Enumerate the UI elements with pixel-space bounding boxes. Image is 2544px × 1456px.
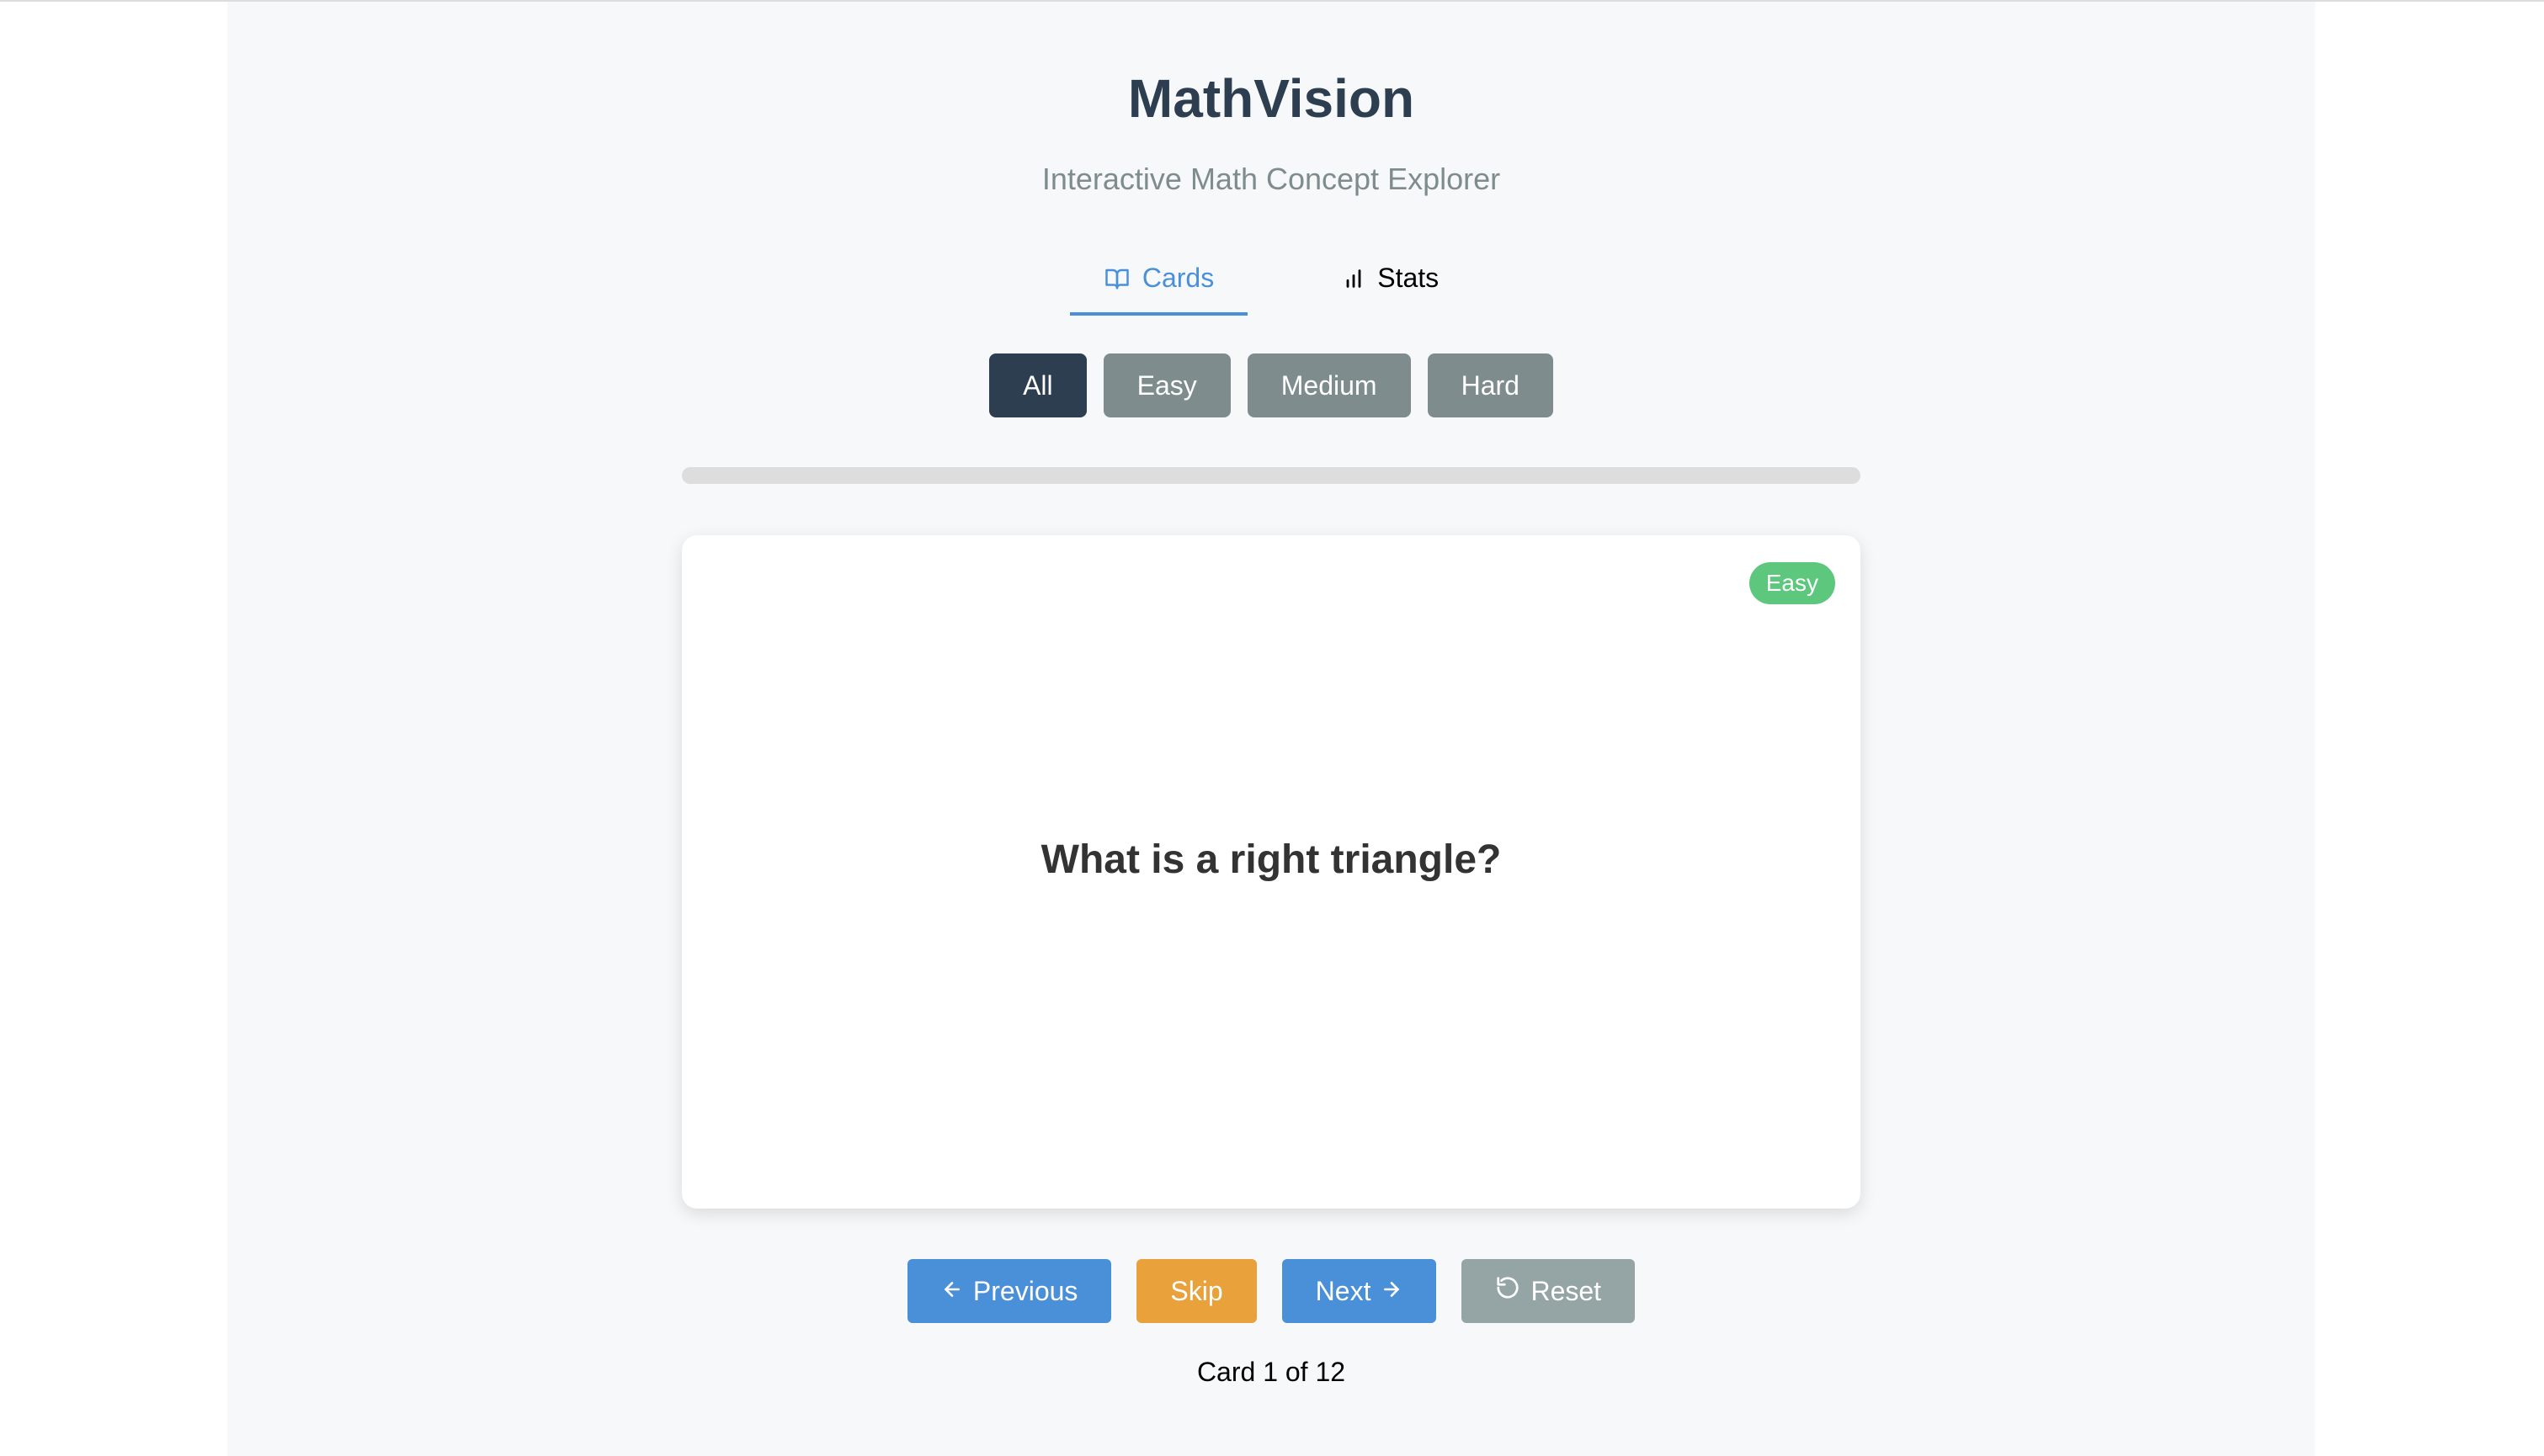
card-navigation: Previous Skip Next Reset (227, 1259, 2315, 1323)
bar-chart-icon (1342, 267, 1365, 290)
reset-icon (1495, 1275, 1520, 1307)
card-counter: Card 1 of 12 (1196, 1357, 1346, 1387)
difficulty-filters: All Easy Medium Hard (227, 353, 2315, 417)
view-tabs: Cards Stats (227, 254, 2315, 316)
filter-hard-button[interactable]: Hard (1427, 353, 1553, 417)
tab-stats-label: Stats (1377, 263, 1440, 293)
tab-stats[interactable]: Stats (1308, 254, 1472, 316)
app-subtitle: Interactive Math Concept Explorer (1041, 162, 1501, 196)
difficulty-badge: Easy (1748, 562, 1835, 604)
next-button[interactable]: Next (1281, 1259, 1437, 1323)
arrow-right-icon (1381, 1276, 1402, 1307)
progress-bar (682, 467, 1860, 484)
skip-label: Skip (1170, 1275, 1223, 1306)
book-open-icon (1104, 266, 1131, 291)
filter-all-button[interactable]: All (989, 353, 1087, 417)
next-label: Next (1315, 1275, 1371, 1306)
filter-easy-button[interactable]: Easy (1103, 353, 1231, 417)
arrow-left-icon (941, 1276, 963, 1307)
reset-button[interactable]: Reset (1461, 1259, 1636, 1323)
previous-button[interactable]: Previous (907, 1259, 1112, 1323)
reset-label: Reset (1530, 1275, 1602, 1306)
app-container: MathVision Interactive Math Concept Expl… (227, 2, 2315, 1456)
flashcard[interactable]: Easy What is a right triangle? (682, 535, 1860, 1209)
app-title: MathVision (1127, 68, 1415, 129)
previous-label: Previous (972, 1275, 1078, 1306)
tab-cards-label: Cards (1142, 263, 1215, 293)
tab-cards[interactable]: Cards (1069, 254, 1248, 316)
card-question: What is a right triangle? (1040, 837, 1502, 882)
filter-medium-button[interactable]: Medium (1247, 353, 1411, 417)
skip-button[interactable]: Skip (1136, 1259, 1257, 1323)
